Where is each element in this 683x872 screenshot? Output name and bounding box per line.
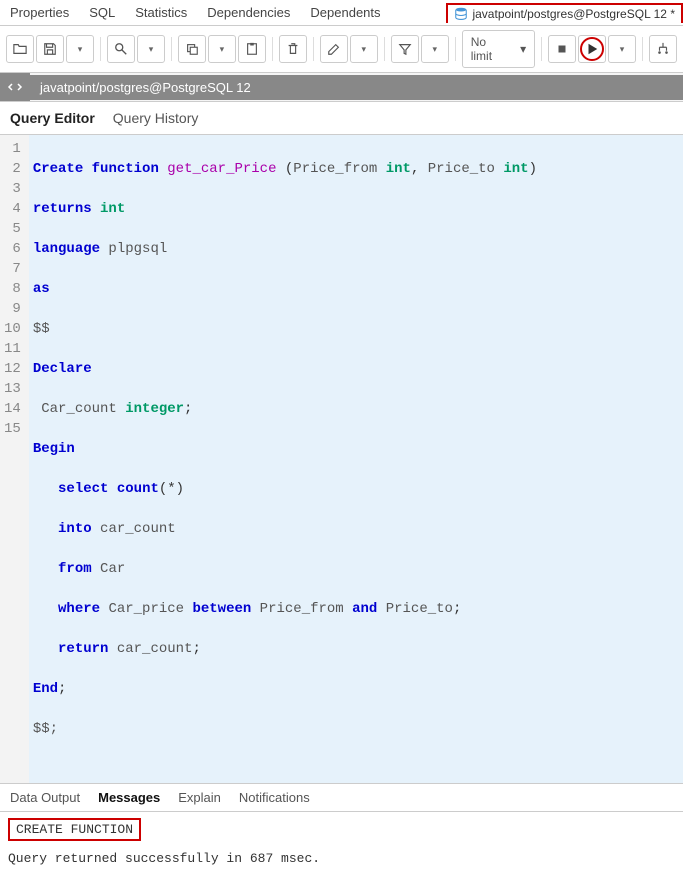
tab-statistics[interactable]: Statistics — [125, 1, 197, 24]
separator — [171, 37, 172, 61]
code-content[interactable]: Create function get_car_Price (Price_fro… — [29, 135, 683, 783]
output-tabs: Data Output Messages Explain Notificatio… — [0, 783, 683, 812]
save-button[interactable] — [36, 35, 64, 63]
database-icon — [454, 7, 468, 21]
copy-dropdown[interactable]: ▾ — [208, 35, 236, 63]
status-message: Query returned successfully in 687 msec. — [8, 851, 675, 866]
separator — [455, 37, 456, 61]
separator — [272, 37, 273, 61]
tab-dependencies[interactable]: Dependencies — [197, 1, 300, 24]
line-gutter: 123456789101112131415 — [0, 135, 29, 783]
filter-dropdown[interactable]: ▾ — [421, 35, 449, 63]
connection-tab[interactable]: javatpoint/postgres@PostgreSQL 12 * — [446, 3, 683, 23]
filter-button[interactable] — [391, 35, 419, 63]
result-message: CREATE FUNCTION — [8, 818, 141, 841]
execute-button[interactable] — [578, 35, 606, 63]
messages-panel: CREATE FUNCTION Query returned successfu… — [0, 812, 683, 872]
play-icon — [580, 37, 604, 61]
chevron-down-icon: ▾ — [520, 42, 526, 56]
save-dropdown[interactable]: ▾ — [66, 35, 94, 63]
limit-select[interactable]: No limit ▾ — [462, 30, 535, 68]
panel-tabs: Properties SQL Statistics Dependencies D… — [0, 0, 683, 26]
toolbar: ▾ ▾ ▾ ▾ ▾ No limit ▾ ▾ — [0, 26, 683, 73]
query-tabs: Query Editor Query History — [0, 102, 683, 135]
connection-label[interactable]: javatpoint/postgres@PostgreSQL 12 — [30, 75, 683, 100]
tab-data-output[interactable]: Data Output — [10, 790, 80, 805]
separator — [384, 37, 385, 61]
tab-explain[interactable]: Explain — [178, 790, 221, 805]
execute-dropdown[interactable]: ▾ — [608, 35, 636, 63]
code-editor[interactable]: 123456789101112131415 Create function ge… — [0, 135, 683, 783]
connection-tab-label: javatpoint/postgres@PostgreSQL 12 * — [472, 7, 675, 21]
separator — [541, 37, 542, 61]
stop-button[interactable] — [548, 35, 576, 63]
open-file-button[interactable] — [6, 35, 34, 63]
edit-dropdown[interactable]: ▾ — [350, 35, 378, 63]
find-dropdown[interactable]: ▾ — [137, 35, 165, 63]
find-button[interactable] — [107, 35, 135, 63]
separator — [642, 37, 643, 61]
connection-icon[interactable] — [0, 73, 30, 101]
tab-query-editor[interactable]: Query Editor — [10, 110, 95, 126]
paste-button[interactable] — [238, 35, 266, 63]
tab-messages[interactable]: Messages — [98, 790, 160, 805]
copy-button[interactable] — [178, 35, 206, 63]
explain-button[interactable] — [649, 35, 677, 63]
tab-notifications[interactable]: Notifications — [239, 790, 310, 805]
limit-label: No limit — [471, 35, 508, 63]
tab-query-history[interactable]: Query History — [113, 110, 199, 126]
separator — [100, 37, 101, 61]
tab-sql[interactable]: SQL — [79, 1, 125, 24]
edit-button[interactable] — [320, 35, 348, 63]
separator — [313, 37, 314, 61]
delete-button[interactable] — [279, 35, 307, 63]
tab-dependents[interactable]: Dependents — [300, 1, 390, 24]
connection-bar: javatpoint/postgres@PostgreSQL 12 — [0, 73, 683, 102]
tab-properties[interactable]: Properties — [0, 1, 79, 24]
